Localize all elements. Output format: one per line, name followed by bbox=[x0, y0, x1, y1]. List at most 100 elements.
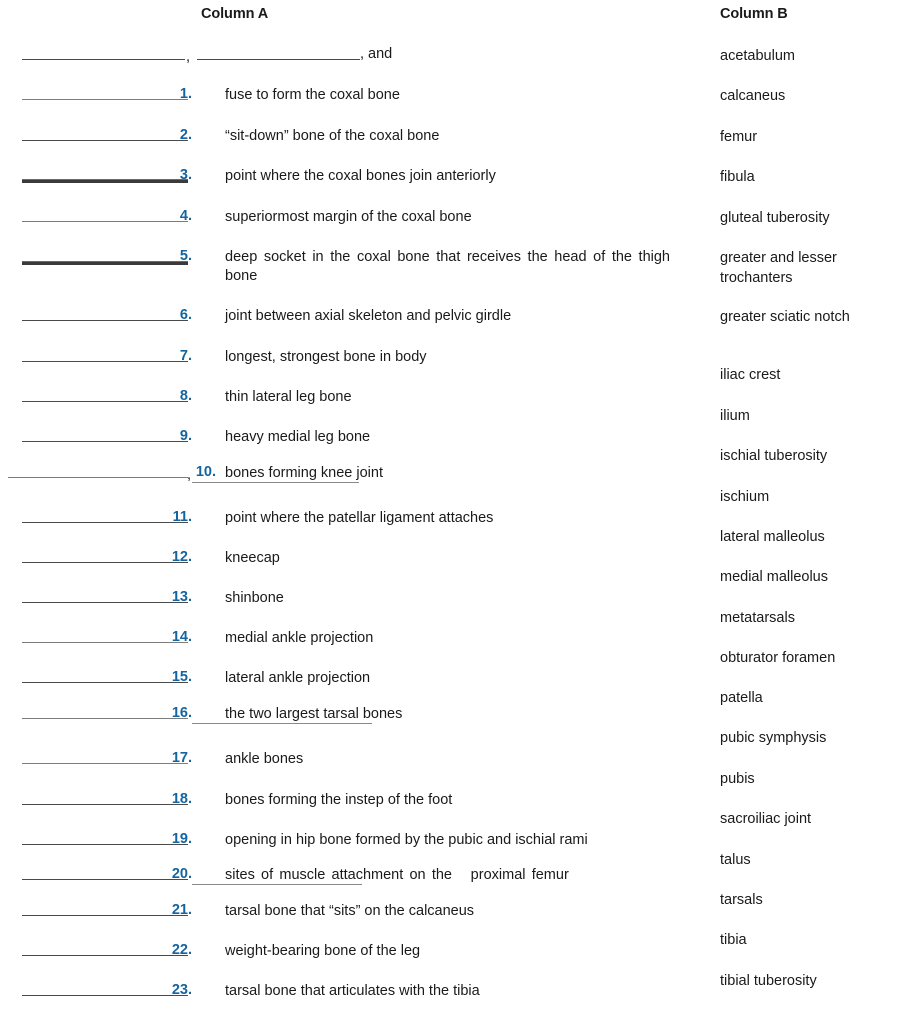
column-b-term: patella bbox=[720, 690, 763, 706]
column-b-term: metatarsals bbox=[720, 610, 795, 626]
item-clue: heavy medial leg bone bbox=[225, 429, 371, 445]
intro-trailing-text: , and bbox=[360, 46, 393, 62]
matching-worksheet-page: Column A Column B , , and 1. fuse to for… bbox=[0, 0, 920, 1024]
item-number: 21. bbox=[171, 902, 192, 918]
item-number: 6. bbox=[179, 307, 192, 323]
item-clue: bones forming knee joint bbox=[225, 465, 383, 481]
answer-blank-intro-2[interactable] bbox=[197, 59, 360, 61]
column-b-term: tibia bbox=[720, 932, 747, 948]
answer-blank-23[interactable] bbox=[22, 995, 188, 997]
item-number: 9. bbox=[179, 428, 192, 444]
item-number: 19. bbox=[171, 831, 192, 847]
answer-blank-16[interactable] bbox=[22, 718, 188, 720]
item-clue: tarsal bone that articulates with the ti… bbox=[225, 983, 480, 999]
column-b-term: tibial tuberosity bbox=[720, 973, 817, 989]
column-b-term: pubic symphysis bbox=[720, 730, 827, 746]
item-number: 22. bbox=[171, 942, 192, 958]
answer-blank-13[interactable] bbox=[22, 602, 188, 604]
item-10-separator-comma: , bbox=[187, 467, 192, 483]
scan-artifact-underline-20 bbox=[192, 884, 362, 886]
column-b-term: pubis bbox=[720, 771, 755, 787]
item-clue: the two largest tarsal bones bbox=[225, 706, 403, 722]
answer-blank-19[interactable] bbox=[22, 844, 188, 846]
answer-blank-12[interactable] bbox=[22, 562, 188, 564]
column-b-header: Column B bbox=[720, 6, 788, 22]
column-b-term: ischial tuberosity bbox=[720, 448, 828, 464]
item-number: 8. bbox=[179, 388, 192, 404]
item-number: 12. bbox=[171, 549, 192, 565]
item-number: 1. bbox=[179, 86, 192, 102]
answer-blank-3[interactable] bbox=[22, 179, 188, 183]
column-b-term: sacroiliac joint bbox=[720, 811, 812, 827]
item-clue: bones forming the instep of the foot bbox=[225, 792, 453, 808]
column-b-term: lateral malleolus bbox=[720, 529, 825, 545]
column-b-term: calcaneus bbox=[720, 88, 786, 104]
item-clue: superiormost margin of the coxal bone bbox=[225, 209, 472, 225]
answer-blank-11[interactable] bbox=[22, 522, 188, 524]
item-number: 15. bbox=[171, 669, 192, 685]
column-b-term: ilium bbox=[720, 408, 750, 424]
column-b-term: obturator foramen bbox=[720, 650, 836, 666]
item-clue: tarsal bone that “sits” on the calcaneus bbox=[225, 903, 475, 919]
column-b-term: ischium bbox=[720, 489, 770, 505]
item-number: 4. bbox=[179, 208, 192, 224]
column-b-term: medial malleolus bbox=[720, 569, 828, 585]
intro-separator-comma: , bbox=[186, 49, 191, 65]
column-b-term: fibula bbox=[720, 169, 755, 185]
item-clue: joint between axial skeleton and pelvic … bbox=[225, 308, 512, 324]
column-b-term: greater sciatic notch bbox=[720, 309, 850, 325]
answer-blank-1[interactable] bbox=[22, 99, 188, 101]
item-clue: fuse to form the coxal bone bbox=[225, 87, 400, 103]
item-clue: opening in hip bone formed by the pubic … bbox=[225, 832, 588, 848]
answer-blank-22[interactable] bbox=[22, 955, 188, 957]
answer-blank-14[interactable] bbox=[22, 642, 188, 644]
answer-blank-5[interactable] bbox=[22, 261, 188, 265]
item-number: 23. bbox=[171, 982, 192, 998]
item-number: 7. bbox=[179, 348, 192, 364]
column-b-term: gluteal tuberosity bbox=[720, 210, 830, 226]
item-number: 17. bbox=[171, 750, 192, 766]
item-clue: “sit-down” bone of the coxal bone bbox=[225, 128, 440, 144]
item-clue: shinbone bbox=[225, 590, 284, 606]
item-clue: point where the patellar ligament attach… bbox=[225, 510, 494, 526]
answer-blank-7[interactable] bbox=[22, 361, 188, 363]
item-number: 16. bbox=[171, 705, 192, 721]
answer-blank-21[interactable] bbox=[22, 915, 188, 917]
item-number: 2. bbox=[179, 127, 192, 143]
item-clue: point where the coxal bones join anterio… bbox=[225, 168, 496, 184]
item-clue: weight-bearing bone of the leg bbox=[225, 943, 421, 959]
item-clue: medial ankle projection bbox=[225, 630, 374, 646]
item-clue: sites of muscle attachment on the proxim… bbox=[225, 867, 569, 883]
answer-blank-intro-1[interactable] bbox=[22, 59, 185, 61]
column-b-term: greater and lesser trochanters bbox=[720, 250, 837, 286]
scan-artifact-underline-16 bbox=[192, 723, 372, 725]
item-clue: lateral ankle projection bbox=[225, 670, 371, 686]
item-number: 20. bbox=[171, 866, 192, 882]
answer-blank-18[interactable] bbox=[22, 804, 188, 806]
answer-blank-8[interactable] bbox=[22, 401, 188, 403]
item-number: 13. bbox=[171, 589, 192, 605]
answer-blank-2[interactable] bbox=[22, 140, 188, 142]
column-a-header: Column A bbox=[201, 6, 269, 22]
column-b-term: iliac crest bbox=[720, 367, 781, 383]
column-b-term: talus bbox=[720, 852, 751, 868]
column-b-term: acetabulum bbox=[720, 48, 795, 64]
answer-blank-9[interactable] bbox=[22, 441, 188, 443]
item-clue: longest, strongest bone in body bbox=[225, 349, 427, 365]
scan-artifact-underline-10 bbox=[192, 482, 359, 484]
answer-blank-17[interactable] bbox=[22, 763, 188, 765]
column-b-term: femur bbox=[720, 129, 758, 145]
item-clue: ankle bones bbox=[225, 751, 304, 767]
answer-blank-20[interactable] bbox=[22, 879, 188, 881]
item-clue: thin lateral leg bone bbox=[225, 389, 352, 405]
column-b-term: tarsals bbox=[720, 892, 763, 908]
item-number: 18. bbox=[171, 791, 192, 807]
answer-blank-4[interactable] bbox=[22, 221, 188, 223]
item-clue: kneecap bbox=[225, 550, 280, 566]
answer-blank-6[interactable] bbox=[22, 320, 188, 322]
answer-blank-10[interactable] bbox=[8, 477, 188, 479]
item-number: 14. bbox=[171, 629, 192, 645]
answer-blank-15[interactable] bbox=[22, 682, 188, 684]
item-number: 3. bbox=[179, 167, 192, 183]
item-number: 11. bbox=[172, 509, 192, 525]
